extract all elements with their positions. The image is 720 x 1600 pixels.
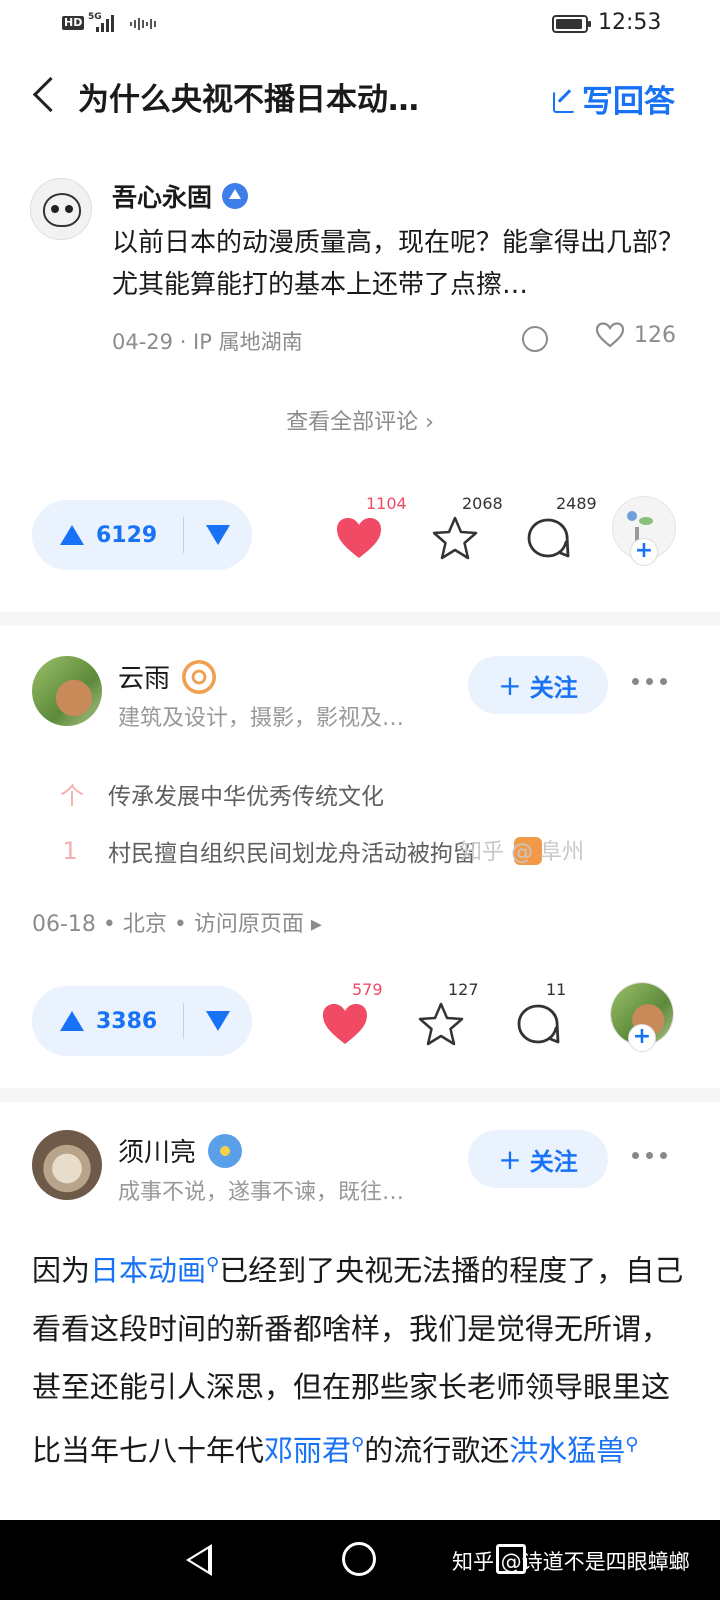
top-nav: 为什么央视不播日本动… 写回答 <box>0 58 720 134</box>
answer-body[interactable]: 因为日本动画⚲已经到了央视无法播的程度了，自己看看这段时间的新番都啥样，我们是觉… <box>32 1236 692 1479</box>
system-nav-bar: 知乎 @诗道不是四眼蟑螂 <box>0 1520 720 1600</box>
favorite-button[interactable]: 127 <box>412 980 479 1046</box>
hot-list-item: 个 传承发展中华优秀传统文化 <box>60 776 384 811</box>
hot-rank: 1 <box>62 837 78 865</box>
comment-author[interactable]: 吾心永固 <box>112 178 212 214</box>
plus-icon: + <box>498 1142 522 1176</box>
author-bio: 建筑及设计，摄影，影视及… <box>118 706 405 731</box>
avatar[interactable] <box>30 178 92 240</box>
answer-date-line[interactable]: 06-18 • 北京 • 访问原页面 ▸ <box>32 906 322 938</box>
more-icon[interactable] <box>632 678 667 685</box>
write-answer-button[interactable]: 写回答 <box>552 76 675 121</box>
follow-label: 关注 <box>529 1147 578 1176</box>
answer-author-header: 云雨 建筑及设计，摄影，影视及… + 关注 <box>0 656 720 732</box>
follow-label: 关注 <box>529 673 578 702</box>
author-name[interactable]: 须川亮 <box>118 1132 196 1169</box>
star-icon <box>418 1002 464 1046</box>
search-icon: ⚲ <box>206 1254 220 1275</box>
heart-icon <box>337 518 381 558</box>
reply-icon[interactable] <box>522 326 548 352</box>
level-badge-icon <box>222 183 249 209</box>
follow-plus-icon[interactable]: + <box>628 1024 656 1052</box>
hot-text: 传承发展中华优秀传统文化 <box>108 783 384 810</box>
upvote-count: 6129 <box>96 522 158 548</box>
heart-count: 579 <box>352 980 383 999</box>
nav-home-icon[interactable] <box>342 1542 376 1576</box>
comment-like-button[interactable]: 126 <box>595 322 676 348</box>
heart-button[interactable]: 1104 <box>330 494 407 560</box>
answer-text: 因为 <box>32 1253 91 1288</box>
upvote-button[interactable]: 3386 <box>32 986 183 1056</box>
upvote-button[interactable]: 6129 <box>32 500 183 570</box>
downvote-icon <box>206 1011 231 1031</box>
section-divider <box>0 1088 720 1102</box>
avatar[interactable] <box>32 1130 102 1200</box>
status-bar: HD 5G 12:53 <box>0 0 720 48</box>
answer-action-bar: 3386 579 127 11 + <box>0 980 720 1060</box>
status-time: 12:53 <box>598 10 662 35</box>
comment-like-count: 126 <box>634 322 676 348</box>
keyword-link[interactable]: 日本动画 <box>90 1254 206 1288</box>
write-answer-label: 写回答 <box>582 84 675 120</box>
search-icon: ⚲ <box>625 1433 639 1455</box>
hd-icon: HD <box>62 16 85 30</box>
keyword-link[interactable]: 洪水猛兽 <box>509 1433 625 1467</box>
star-icon <box>432 516 478 560</box>
favorite-button[interactable]: 2068 <box>426 494 503 560</box>
audio-wave-icon <box>130 17 156 31</box>
comment-count: 11 <box>546 980 567 999</box>
answer-author-header: 须川亮 成事不说，遂事不谏，既往… + 关注 <box>0 1130 720 1206</box>
downvote-button[interactable] <box>184 500 252 570</box>
nav-back-icon[interactable] <box>186 1544 212 1576</box>
heart-outline-icon <box>595 322 625 348</box>
follow-plus-icon[interactable]: + <box>630 538 658 566</box>
signal-icon <box>96 14 114 32</box>
heart-icon <box>323 1004 367 1044</box>
answer-text: 的流行歌还 <box>364 1433 510 1468</box>
favorite-count: 2068 <box>462 494 503 513</box>
image-watermark: 知乎 @ 阜州 <box>460 840 584 865</box>
comment-text[interactable]: 以前日本的动漫质量高，现在呢？能拿得出几部？尤其能算能打的基本上还带了点擦… <box>112 222 692 306</box>
section-divider <box>0 612 720 626</box>
favorite-count: 127 <box>448 980 479 999</box>
upvote-icon <box>60 525 84 545</box>
downvote-button[interactable] <box>184 986 252 1056</box>
comment-button[interactable]: 2489 <box>520 494 597 560</box>
follow-button[interactable]: + 关注 <box>468 656 608 714</box>
battery-icon <box>552 15 591 33</box>
upvote-icon <box>60 1011 84 1031</box>
write-icon <box>552 87 576 113</box>
comment-icon <box>527 518 570 558</box>
hot-rank: 个 <box>60 782 84 810</box>
back-icon[interactable] <box>28 74 64 118</box>
comment-icon <box>517 1004 560 1044</box>
view-all-comments-link[interactable]: 查看全部评论 › <box>0 404 720 436</box>
eye-badge-icon <box>182 659 217 694</box>
comment-meta: 04-29 · IP 属地湖南 <box>112 330 303 354</box>
search-icon: ⚲ <box>351 1433 365 1455</box>
comment-count: 2489 <box>556 494 597 513</box>
author-name[interactable]: 云雨 <box>118 658 170 695</box>
downvote-icon <box>206 525 231 545</box>
heart-button[interactable]: 579 <box>316 980 383 1046</box>
hot-text: 村民擅自组织民间划龙舟活动被拘留 <box>108 841 476 867</box>
keyword-link[interactable]: 邓丽君 <box>264 1433 351 1467</box>
bird-badge-icon <box>208 1133 243 1168</box>
vote-group: 6129 <box>32 500 253 570</box>
more-icon[interactable] <box>632 1152 667 1159</box>
bottom-watermark: 知乎 @诗道不是四眼蟑螂 <box>452 1550 690 1574</box>
upvote-count: 3386 <box>96 1008 158 1034</box>
comment-button[interactable]: 11 <box>510 980 570 1046</box>
author-bio: 成事不说，遂事不谏，既往… <box>118 1180 405 1205</box>
avatar[interactable] <box>32 656 102 726</box>
plus-icon: + <box>498 668 522 702</box>
page-title[interactable]: 为什么央视不播日本动… <box>78 74 419 119</box>
answer-action-bar: 6129 1104 2068 2489 + <box>0 494 720 574</box>
follow-button[interactable]: + 关注 <box>468 1130 608 1188</box>
vote-group: 3386 <box>32 986 253 1056</box>
heart-count: 1104 <box>366 494 407 513</box>
